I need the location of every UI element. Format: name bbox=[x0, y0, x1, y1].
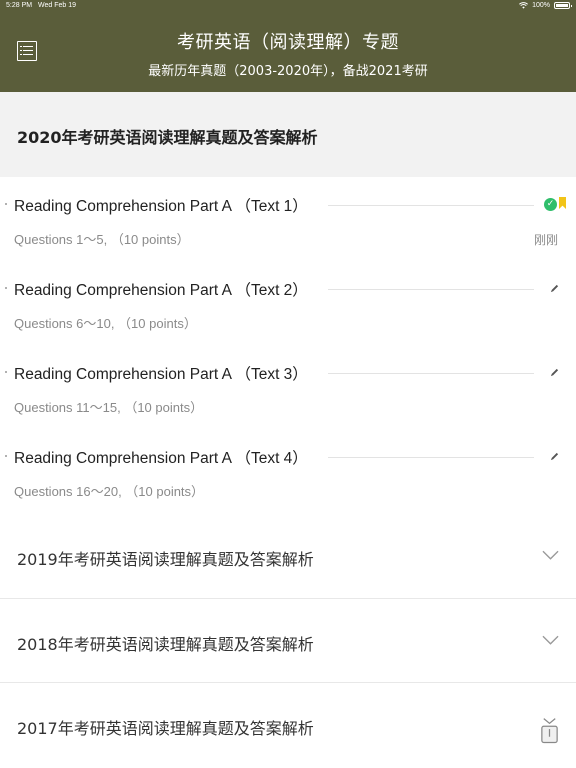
section-title: 2017年考研英语阅读理解真题及答案解析 bbox=[17, 719, 314, 738]
list-item-text-4[interactable]: Reading Comprehension Part A （Text 4） Qu… bbox=[0, 429, 576, 513]
item-subtitle: Questions 6～10, （10 points） bbox=[14, 316, 197, 331]
item-divider bbox=[328, 457, 534, 458]
section-2018[interactable]: 2018年考研英语阅读理解真题及答案解析 bbox=[0, 598, 576, 682]
item-title: Reading Comprehension Part A （Text 1） bbox=[14, 198, 308, 215]
bookmark-icon[interactable] bbox=[559, 197, 566, 209]
item-bullet bbox=[5, 371, 7, 373]
list-item-text-1[interactable]: Reading Comprehension Part A （Text 1） ✓ … bbox=[0, 177, 576, 261]
item-title: Reading Comprehension Part A （Text 3） bbox=[14, 366, 308, 383]
item-bullet bbox=[5, 287, 7, 289]
status-badge: 刚刚 bbox=[533, 233, 558, 247]
section-2019[interactable]: 2019年考研英语阅读理解真题及答案解析 bbox=[0, 514, 576, 598]
pen-icon[interactable] bbox=[550, 368, 559, 377]
item-subtitle: Questions 11～15, （10 points） bbox=[14, 400, 204, 415]
status-time: 5:28 PM bbox=[6, 2, 33, 9]
battery-icon bbox=[554, 2, 572, 9]
chevron-down-icon[interactable] bbox=[542, 635, 559, 645]
pen-icon[interactable] bbox=[550, 452, 559, 461]
status-bar: 5:28 PM Wed Feb 19 100% bbox=[0, 0, 576, 14]
status-date: Wed Feb 19 bbox=[38, 2, 77, 9]
section-title: 2020年考研英语阅读理解真题及答案解析 bbox=[17, 128, 318, 147]
item-divider bbox=[328, 373, 534, 374]
status-right: 100% bbox=[519, 2, 572, 9]
section-title: 2018年考研英语阅读理解真题及答案解析 bbox=[17, 635, 314, 654]
page-title: 考研英语（阅读理解）专题 bbox=[177, 32, 399, 53]
list-item-text-2[interactable]: Reading Comprehension Part A （Text 2） Qu… bbox=[0, 261, 576, 345]
battery-percent: 100% bbox=[532, 2, 550, 9]
section-2017[interactable]: 2017年考研英语阅读理解真题及答案解析 bbox=[0, 682, 576, 766]
section-2020-header[interactable]: 2020年考研英语阅读理解真题及答案解析 bbox=[0, 92, 576, 177]
wifi-icon bbox=[519, 2, 529, 9]
page-subtitle: 最新历年真题（2003-2020年），备战2021考研 bbox=[148, 64, 428, 79]
app-header: 考研英语（阅读理解）专题 最新历年真题（2003-2020年），备战2021考研 bbox=[0, 14, 576, 92]
item-bullet bbox=[5, 455, 7, 457]
item-bullet bbox=[5, 203, 7, 205]
item-subtitle: Questions 1～5, （10 points） bbox=[14, 232, 190, 247]
item-divider bbox=[328, 205, 534, 206]
item-divider bbox=[328, 289, 534, 290]
check-circle-icon: ✓ bbox=[544, 198, 557, 211]
section-title: 2019年考研英语阅读理解真题及答案解析 bbox=[17, 550, 314, 569]
chevron-down-icon[interactable] bbox=[542, 550, 559, 560]
pen-icon[interactable] bbox=[550, 284, 559, 293]
list-item-text-3[interactable]: Reading Comprehension Part A （Text 3） Qu… bbox=[0, 345, 576, 429]
item-subtitle: Questions 16～20, （10 points） bbox=[14, 484, 205, 499]
share-icon[interactable] bbox=[539, 717, 560, 745]
item-title: Reading Comprehension Part A （Text 2） bbox=[14, 282, 308, 299]
item-title: Reading Comprehension Part A （Text 4） bbox=[14, 450, 308, 467]
